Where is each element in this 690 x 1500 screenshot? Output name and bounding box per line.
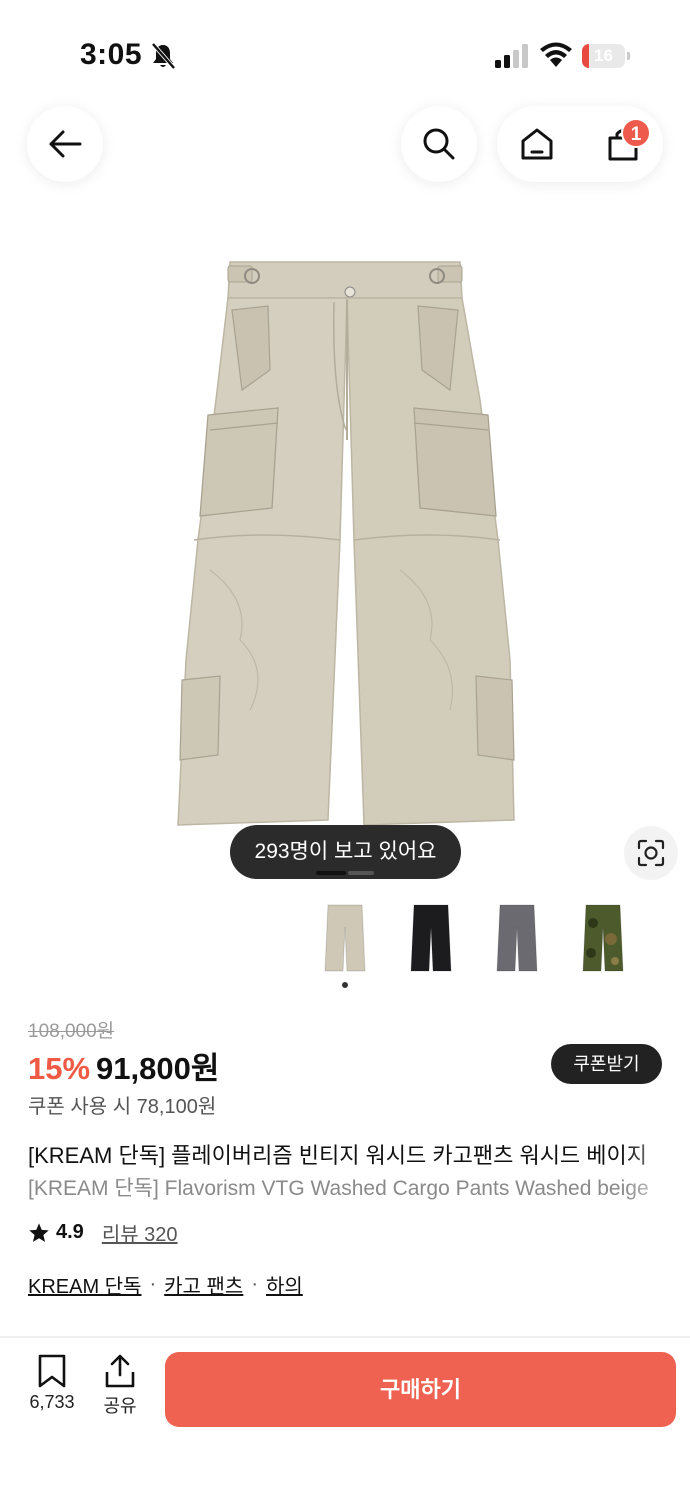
pants-thumbnail [496, 904, 538, 971]
color-option-black[interactable] [403, 900, 459, 975]
image-scan-icon [637, 839, 665, 867]
search-icon [423, 128, 455, 160]
category-breadcrumb: KREAM 단독 · 카고 팬츠 · 하의 [28, 1270, 303, 1299]
share-icon [105, 1354, 135, 1388]
search-button[interactable] [401, 106, 477, 182]
price-row: 15% 91,800원 [28, 1043, 219, 1088]
pants-thumbnail [410, 904, 452, 971]
bookmark-count: 6,733 [29, 1392, 75, 1412]
product-title-en: [KREAM 단독] Flavorism VTG Washed Cargo Pa… [28, 1177, 649, 1200]
back-arrow-icon [49, 130, 82, 158]
battery-icon: 16 [582, 44, 630, 68]
product-title-ko: [KREAM 단독] 플레이버리즘 빈티지 워시드 카고팬츠 워시드 베이지 [28, 1143, 648, 1168]
discount-rate: 15% [28, 1051, 91, 1086]
category-link-cargo-pants[interactable]: 카고 팬츠 [164, 1270, 243, 1299]
star-icon [29, 1222, 49, 1242]
back-button[interactable] [27, 106, 103, 182]
color-option-beige[interactable] [317, 900, 373, 975]
home-cart-group: 1 [497, 106, 663, 182]
bookmark-icon [38, 1354, 66, 1388]
pants-thumbnail [582, 904, 624, 971]
coupon-price: 쿠폰 사용 시 78,100원 [28, 1096, 217, 1118]
category-separator: · [251, 1273, 258, 1295]
image-search-button[interactable] [624, 826, 678, 880]
category-link-bottoms[interactable]: 하의 [266, 1270, 303, 1299]
color-option-gray[interactable] [489, 900, 545, 975]
home-icon [521, 128, 553, 160]
cart-button[interactable] [585, 106, 661, 182]
share-button[interactable]: 공유 [96, 1354, 144, 1420]
bell-slash-icon [151, 42, 176, 70]
rating-row: 4.9 리뷰 320 [28, 1218, 178, 1247]
get-coupon-button[interactable]: 쿠폰받기 [551, 1044, 662, 1084]
carousel-indicator-track [348, 871, 374, 875]
bookmark-button[interactable]: 6,733 [22, 1354, 82, 1420]
wifi-icon [540, 42, 572, 67]
category-link-kream-exclusive[interactable]: KREAM 단독 [28, 1270, 141, 1299]
home-button[interactable] [499, 106, 575, 182]
share-label: 공유 [103, 1396, 137, 1416]
carousel-indicator-active [316, 871, 346, 875]
cart-count-badge: 1 [621, 118, 651, 148]
carousel-indicator [316, 871, 374, 875]
signal-icon [495, 44, 528, 68]
rating-value: 4.9 [56, 1221, 84, 1243]
sale-price: 91,800원 [96, 1051, 220, 1086]
color-option-camo[interactable] [575, 900, 631, 975]
pants-thumbnail [324, 904, 366, 971]
selected-color-dot [342, 982, 348, 988]
status-time: 3:05 [80, 38, 143, 71]
original-price: 108,000원 [28, 1021, 115, 1042]
product-image[interactable] [150, 240, 540, 840]
section-divider [0, 1336, 690, 1338]
category-separator: · [149, 1273, 157, 1295]
status-bar: 3:05 16 [0, 0, 690, 110]
review-link[interactable]: 리뷰 320 [102, 1218, 178, 1247]
buy-button[interactable]: 구매하기 [165, 1352, 676, 1427]
battery-level: 16 [594, 46, 613, 65]
